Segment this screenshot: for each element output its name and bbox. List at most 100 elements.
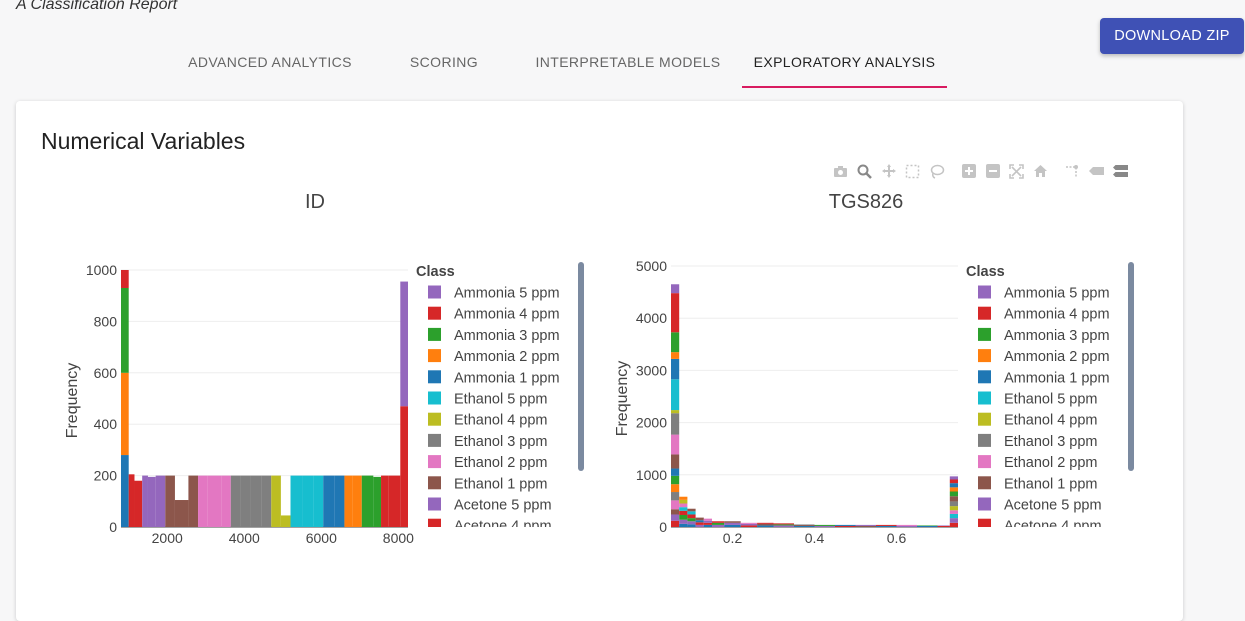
- legend-item[interactable]: Ethanol 5 ppm: [978, 391, 1098, 408]
- legend-item[interactable]: Ethanol 2 ppm: [428, 455, 548, 471]
- histogram-bar: [671, 509, 680, 515]
- histogram-bar: [773, 524, 794, 526]
- y-tick-label: 0: [109, 519, 117, 535]
- legend-swatch: [428, 412, 441, 426]
- histogram-bar: [757, 525, 774, 527]
- histogram-bar: [949, 476, 958, 480]
- legend-item[interactable]: Ethanol 1 ppm: [978, 476, 1098, 492]
- y-tick-label: 1000: [636, 467, 667, 483]
- legend-item[interactable]: Acetone 4 ppm: [978, 518, 1102, 535]
- legend-item[interactable]: Acetone 5 ppm: [978, 497, 1102, 514]
- legend-swatch: [978, 370, 991, 384]
- histogram-bar: [740, 523, 758, 526]
- histogram-bar: [773, 523, 794, 525]
- legend-label: Ammonia 1 ppm: [454, 370, 560, 386]
- histogram-bar: [230, 475, 241, 527]
- histogram-bar: [724, 522, 741, 525]
- histogram-bar: [814, 525, 835, 527]
- histogram-bar: [174, 500, 189, 527]
- histogram-bar: [290, 475, 303, 527]
- histogram-bar: [695, 524, 704, 527]
- x-tick-label: 4000: [229, 530, 260, 546]
- histogram-bar: [855, 525, 876, 527]
- histogram-bar: [121, 372, 129, 456]
- histogram-bar: [712, 522, 725, 525]
- histogram-bar: [147, 476, 156, 527]
- legend-item[interactable]: Ammonia 1 ppm: [978, 370, 1110, 386]
- histogram-bar: [703, 522, 712, 525]
- histogram-bar: [400, 406, 408, 527]
- legend-item[interactable]: Ammonia 3 ppm: [978, 327, 1110, 344]
- legend-swatch: [428, 306, 441, 320]
- legend-item[interactable]: Ammonia 4 ppm: [428, 306, 560, 323]
- legend-swatch: [428, 285, 441, 299]
- legend-label: Ethanol 2 ppm: [454, 455, 548, 471]
- legend-label: Ethanol 2 ppm: [1004, 455, 1098, 471]
- histogram-bar: [671, 293, 680, 333]
- histogram-bar: [679, 507, 688, 511]
- y-tick-label: 5000: [636, 258, 667, 274]
- histogram-bar: [937, 525, 950, 527]
- histogram-bar: [323, 475, 335, 527]
- legend-label: Ethanol 1 ppm: [1004, 476, 1098, 492]
- legend-item[interactable]: Ethanol 4 ppm: [428, 412, 548, 429]
- legend-item[interactable]: Ammonia 4 ppm: [978, 306, 1110, 323]
- histogram-bar: [949, 513, 958, 519]
- y-tick-label: 800: [94, 313, 118, 329]
- legend-item[interactable]: Ethanol 3 ppm: [978, 433, 1098, 450]
- legend-label: Ethanol 3 ppm: [454, 434, 548, 450]
- legend-label: Ammonia 5 ppm: [454, 286, 560, 302]
- histogram-bar: [250, 475, 262, 527]
- legend-item[interactable]: Ethanol 3 ppm: [428, 433, 548, 450]
- legend-swatch: [428, 349, 441, 363]
- histogram-bar: [949, 496, 958, 502]
- legend-label: Ethanol 4 ppm: [454, 413, 548, 429]
- legend-swatch: [978, 518, 991, 527]
- y-tick-label: 3000: [636, 362, 667, 378]
- histogram-bar: [198, 475, 208, 527]
- y-tick-label: 4000: [636, 310, 667, 326]
- histogram-bar: [671, 520, 680, 527]
- legend-item[interactable]: Ammonia 2 ppm: [978, 349, 1110, 365]
- legend-item[interactable]: Ammonia 3 ppm: [428, 327, 560, 344]
- legend-item[interactable]: Ethanol 1 ppm: [428, 476, 548, 492]
- histogram-bar: [221, 475, 231, 527]
- histogram-bar: [679, 510, 688, 515]
- legend-scrollbar[interactable]: [578, 262, 584, 471]
- histogram-bar: [671, 379, 680, 411]
- histogram-bar: [361, 475, 374, 527]
- histogram-bar: [142, 475, 148, 527]
- legend-item[interactable]: Ethanol 4 ppm: [978, 412, 1098, 429]
- legend-item[interactable]: Acetone 5 ppm: [428, 497, 552, 514]
- histogram-bar: [937, 525, 950, 526]
- histogram-bar: [949, 501, 958, 507]
- y-axis-label: Frequency: [64, 363, 81, 439]
- legend-item[interactable]: Ethanol 2 ppm: [978, 455, 1098, 471]
- legend-item[interactable]: Ammonia 2 ppm: [428, 349, 560, 365]
- legend-title: Class: [966, 264, 1005, 280]
- histogram-bar: [671, 468, 680, 476]
- legend-item[interactable]: Ethanol 5 ppm: [428, 391, 548, 408]
- legend-item[interactable]: Ammonia 5 ppm: [428, 285, 560, 302]
- legend-label: Ethanol 4 ppm: [1004, 413, 1098, 429]
- histogram-bar: [949, 506, 958, 511]
- x-tick-label: 8000: [383, 530, 414, 546]
- legend-scrollbar[interactable]: [1128, 262, 1134, 471]
- legend-item[interactable]: Ammonia 5 ppm: [978, 285, 1110, 302]
- legend-label: Ethanol 5 ppm: [454, 392, 548, 408]
- legend-swatch: [428, 391, 441, 405]
- legend-item[interactable]: Ammonia 1 ppm: [428, 370, 560, 386]
- legend-label: Acetone 4 ppm: [454, 519, 552, 535]
- histogram-bar: [271, 475, 281, 527]
- legend-label: Ammonia 2 ppm: [454, 349, 560, 365]
- histogram-bar: [344, 475, 353, 527]
- legend-item[interactable]: Acetone 4 ppm: [428, 518, 552, 535]
- histogram-bar: [949, 479, 958, 484]
- legend: Class Ammonia 5 ppm Ammonia 4 ppm Ammonia 3…: [416, 262, 584, 535]
- histogram-bar: [280, 515, 291, 527]
- x-tick-label: 6000: [306, 530, 337, 546]
- histogram-bar: [302, 475, 314, 527]
- histogram-bar: [917, 525, 938, 526]
- histogram-bar: [896, 524, 917, 526]
- histogram-bar: [687, 514, 696, 519]
